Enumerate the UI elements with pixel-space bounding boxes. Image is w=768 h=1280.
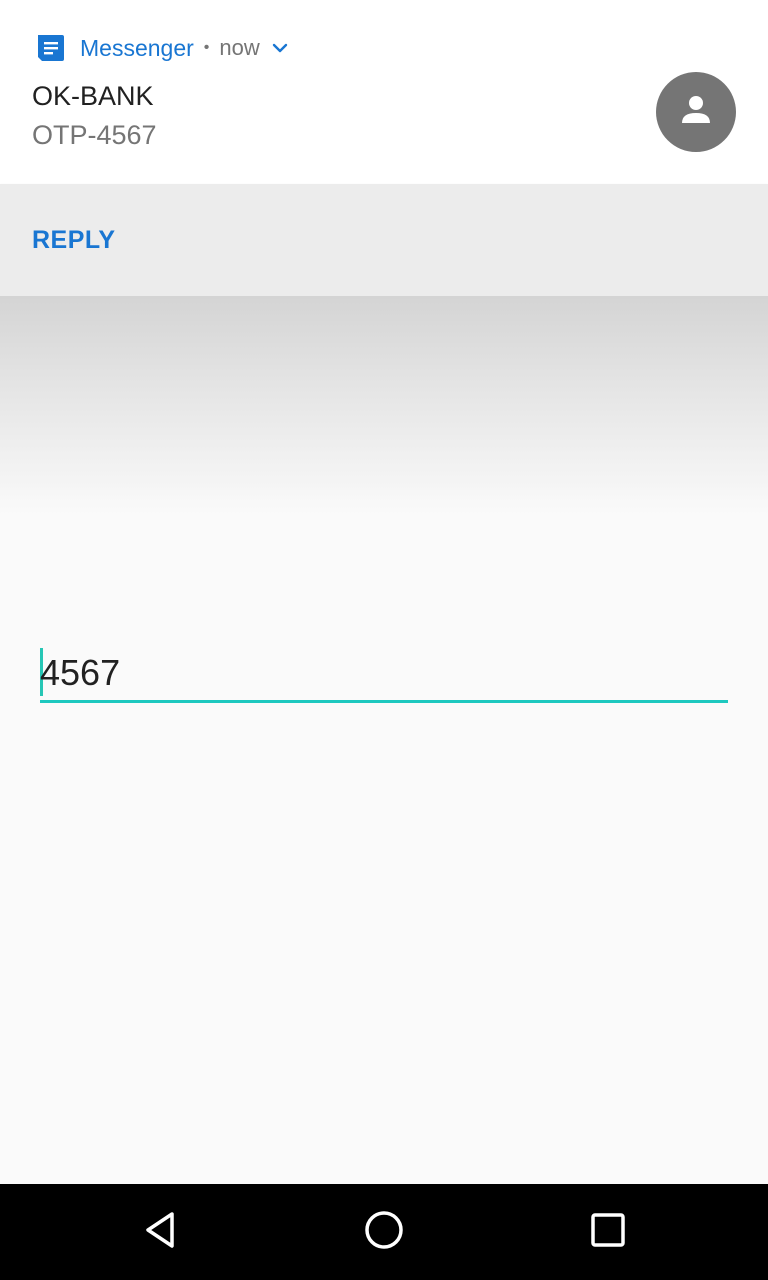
avatar bbox=[656, 72, 736, 152]
notification-actions: REPLY bbox=[0, 184, 768, 296]
home-button[interactable] bbox=[360, 1208, 408, 1256]
back-button[interactable] bbox=[136, 1208, 184, 1256]
notification-title: OK-BANK bbox=[32, 81, 154, 111]
shade-gradient bbox=[0, 296, 768, 516]
reply-input-value[interactable]: 4567 bbox=[40, 652, 120, 694]
notification-card[interactable]: Messenger • now OK-BANK OTP-4567 bbox=[0, 0, 768, 184]
chevron-down-icon[interactable] bbox=[270, 38, 290, 58]
input-underline bbox=[40, 700, 728, 703]
app-name: Messenger bbox=[80, 35, 194, 61]
reply-button[interactable]: REPLY bbox=[32, 222, 116, 258]
notification-header: Messenger • now bbox=[36, 30, 290, 66]
recents-button[interactable] bbox=[584, 1208, 632, 1256]
header-separator: • bbox=[203, 39, 210, 56]
home-icon bbox=[363, 1209, 405, 1256]
notification-time: now bbox=[219, 35, 260, 60]
reply-input[interactable]: 4567 bbox=[40, 640, 728, 704]
messenger-icon bbox=[36, 33, 66, 63]
navigation-bar bbox=[0, 1184, 768, 1280]
screen: Messenger • now OK-BANK OTP-4567 REPLY 4… bbox=[0, 0, 768, 1280]
notification-text: OTP-4567 bbox=[32, 120, 157, 150]
recents-icon bbox=[589, 1211, 627, 1254]
back-icon bbox=[140, 1210, 180, 1255]
person-icon bbox=[678, 92, 714, 133]
